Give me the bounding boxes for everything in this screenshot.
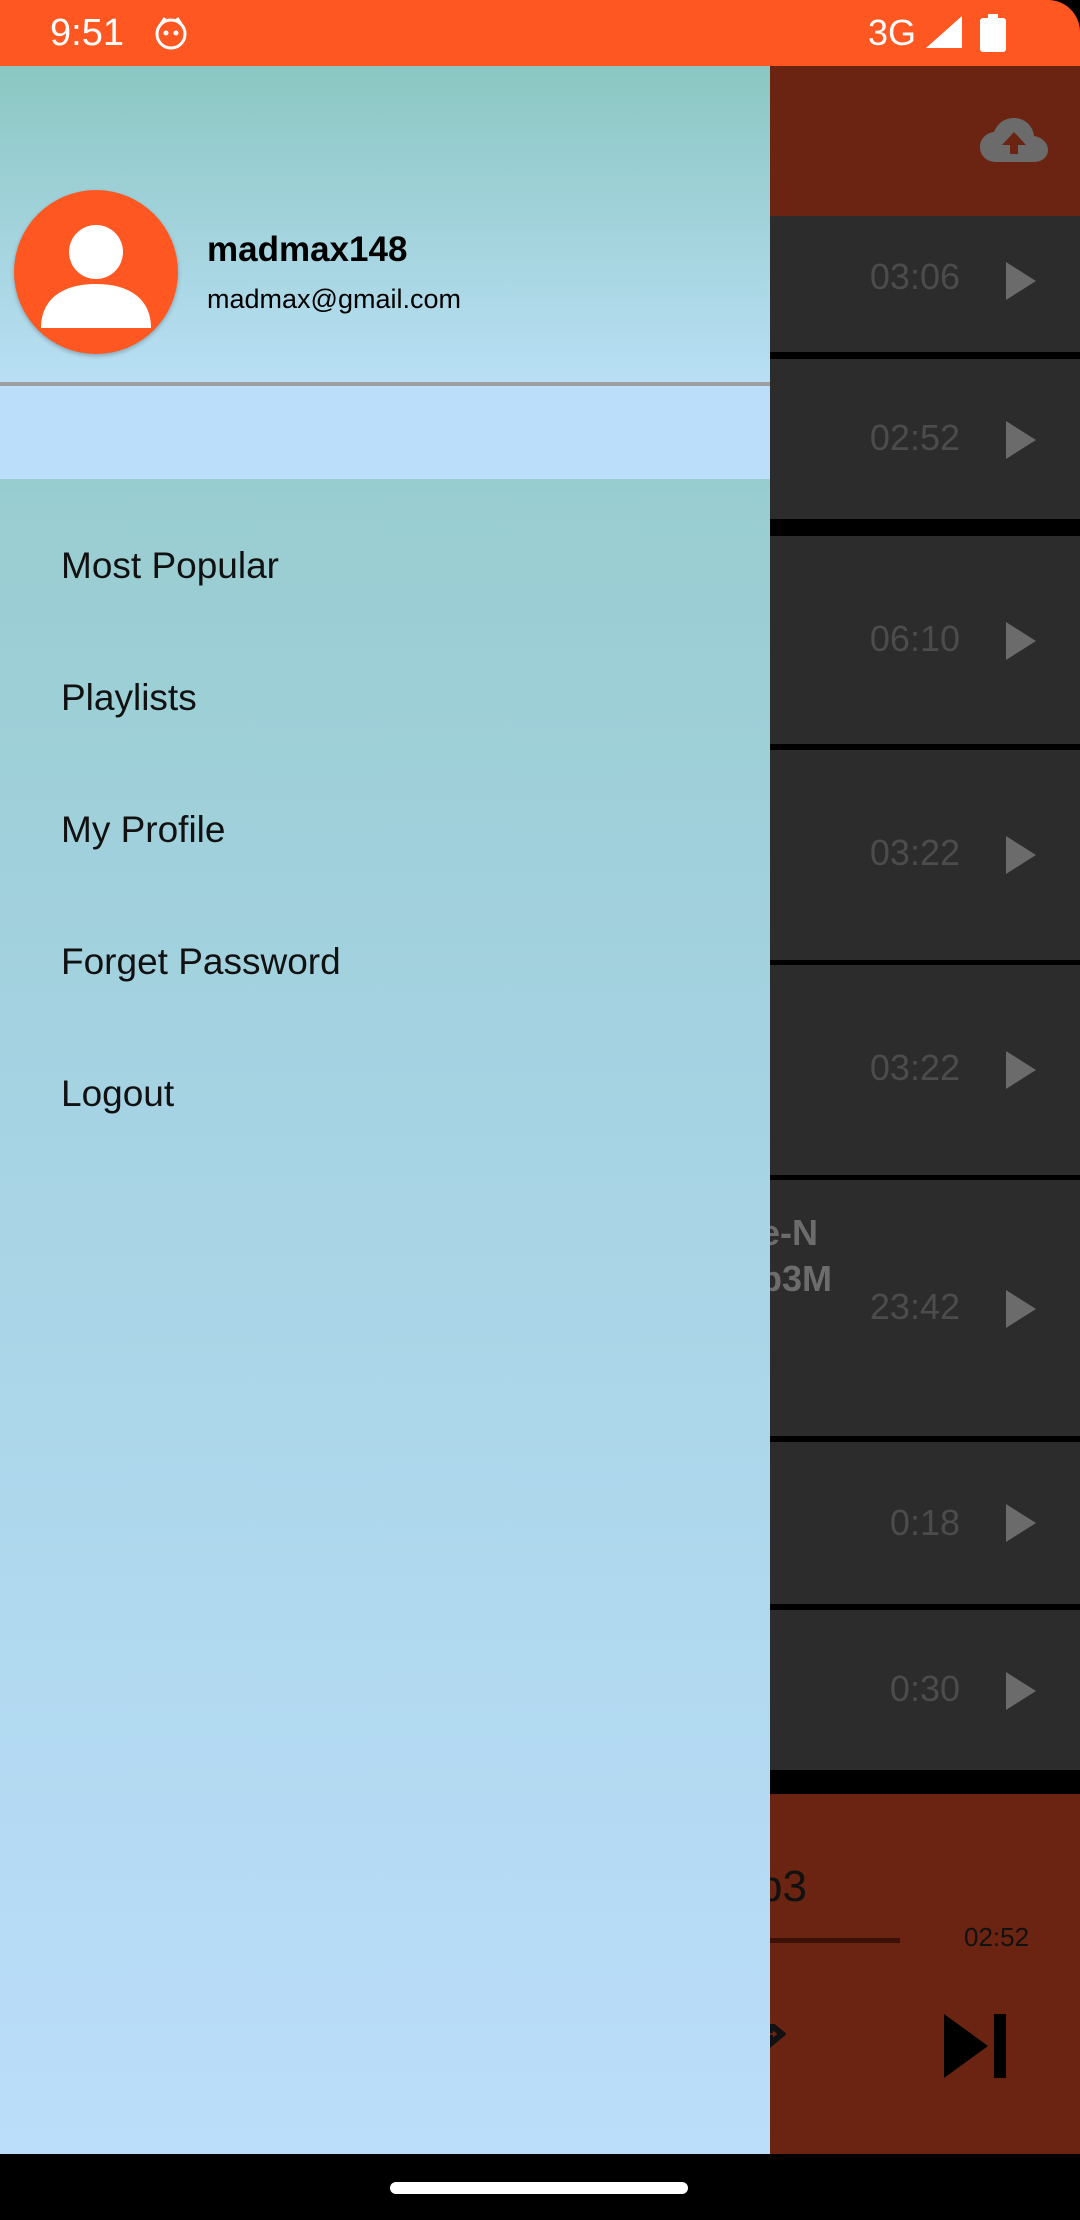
menu-item-label: Forget Password [61, 941, 341, 982]
skip-next-icon[interactable] [944, 2014, 1006, 2078]
drawer-header: madmax148 madmax@gmail.com [0, 66, 770, 384]
play-icon[interactable] [1006, 1672, 1036, 1710]
system-nav-bar [0, 2154, 1080, 2220]
battery-icon [980, 14, 1006, 52]
player-time: 02:52 [964, 1922, 1030, 1952]
menu-item-logout[interactable]: Logout [0, 1031, 770, 1163]
song-duration: 03:22 [869, 832, 960, 873]
song-title: e-N b3M [760, 1212, 832, 1299]
play-icon[interactable] [1006, 622, 1036, 660]
play-icon[interactable] [1006, 836, 1036, 874]
user-email: madmax@gmail.com [207, 284, 461, 314]
menu-item-most-popular[interactable]: Most Popular [0, 503, 770, 635]
person-icon [41, 225, 151, 328]
song-duration: 06:10 [869, 618, 960, 659]
song-duration: 03:06 [869, 256, 960, 297]
menu-item-label: Most Popular [61, 545, 279, 586]
play-icon[interactable] [1006, 1504, 1036, 1542]
song-duration: 23:42 [869, 1286, 960, 1327]
menu-item-playlists[interactable]: Playlists [0, 635, 770, 767]
song-duration: 0:30 [889, 1668, 960, 1709]
menu-item-label: Logout [61, 1073, 175, 1114]
menu-item-label: My Profile [61, 809, 226, 850]
song-duration: 0:18 [889, 1502, 960, 1543]
song-duration: 02:52 [869, 417, 960, 458]
header-band [0, 386, 770, 479]
play-icon[interactable] [1006, 421, 1036, 459]
song-duration: 03:22 [869, 1047, 960, 1088]
menu-item-label: Playlists [61, 677, 197, 718]
network-type: 3G [868, 12, 917, 53]
home-indicator[interactable] [390, 2182, 688, 2194]
status-time: 9:51 [50, 12, 124, 54]
upload-cloud-icon[interactable] [980, 118, 1048, 166]
menu-item-forget-password[interactable]: Forget Password [0, 899, 770, 1031]
navigation-drawer: madmax148 madmax@gmail.com Most Popular … [0, 66, 770, 2154]
menu-item-my-profile[interactable]: My Profile [0, 767, 770, 899]
user-name: madmax148 [207, 230, 408, 269]
status-bar: 9:51 3G [0, 0, 1080, 66]
avatar[interactable] [14, 190, 178, 354]
app-notification-icon [155, 17, 187, 50]
signal-icon [926, 16, 962, 48]
play-icon[interactable] [1006, 1290, 1036, 1328]
play-icon[interactable] [1006, 262, 1036, 300]
play-icon[interactable] [1006, 1051, 1036, 1089]
